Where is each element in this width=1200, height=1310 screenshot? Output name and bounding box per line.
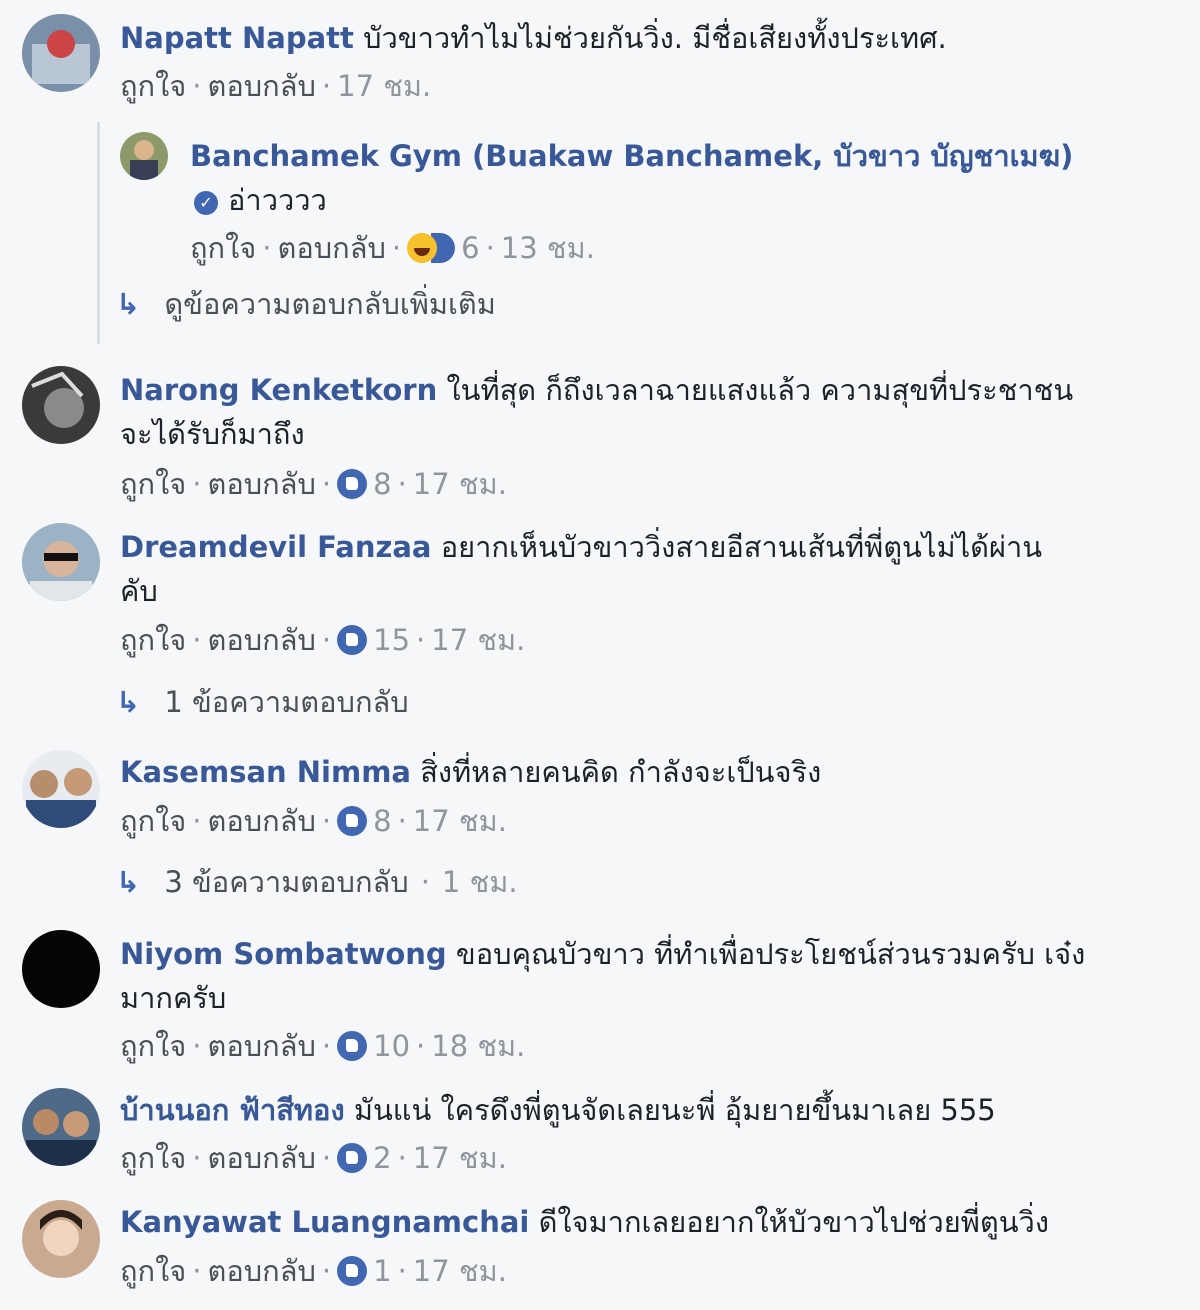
reply-author[interactable]: Banchamek Gym (Buakaw Banchamek, บัวขาว …: [190, 139, 1073, 173]
separator: ·: [416, 1029, 426, 1063]
separator: ·: [321, 623, 332, 657]
thread-line: [97, 122, 100, 344]
timestamp: 1 ชม.: [441, 865, 518, 899]
separator: ·: [192, 804, 202, 838]
more-replies-link[interactable]: ↳ ดูข้อความตอบกลับเพิ่มเติม: [116, 284, 496, 324]
comment-author[interactable]: Kanyawat Luangnamchai: [120, 1205, 529, 1239]
like-reaction-icon: [337, 1256, 368, 1286]
separator: ·: [192, 1141, 202, 1175]
separator: ·: [321, 1141, 332, 1175]
like-button[interactable]: ถูกใจ: [120, 467, 186, 501]
like-reaction-icon: [337, 469, 368, 499]
comment-author[interactable]: Dreamdevil Fanzaa: [120, 530, 431, 564]
timestamp[interactable]: 13 ชม.: [501, 231, 595, 265]
avatar[interactable]: [22, 750, 100, 828]
verified-icon: ✓: [194, 191, 218, 215]
like-button[interactable]: ถูกใจ: [190, 231, 256, 265]
like-reaction-icon: [337, 625, 368, 655]
comment-text: ดีใจมากเลยอยากให้บัวขาวไปช่วยพี่ตูนวิ่ง: [538, 1205, 1049, 1239]
like-button[interactable]: ถูกใจ: [120, 1254, 186, 1288]
timestamp[interactable]: 17 ชม.: [413, 804, 507, 838]
reaction-count[interactable]: 8: [337, 804, 392, 838]
separator: ·: [397, 467, 407, 501]
timestamp[interactable]: 17 ชม.: [431, 623, 525, 657]
timestamp[interactable]: 17 ชม.: [413, 467, 507, 501]
separator: ·: [262, 231, 272, 265]
timestamp[interactable]: 17 ชม.: [413, 1254, 507, 1288]
separator: ·: [420, 865, 430, 899]
avatar[interactable]: [22, 930, 100, 1008]
reaction-count[interactable]: 10: [337, 1029, 410, 1063]
reply-button[interactable]: ตอบกลับ: [208, 1029, 316, 1063]
like-button[interactable]: ถูกใจ: [120, 69, 186, 103]
reply-arrow-icon: ↳: [116, 287, 141, 321]
reaction-count[interactable]: 1: [337, 1254, 392, 1288]
avatar[interactable]: [22, 523, 100, 601]
reply-button[interactable]: ตอบกลับ: [278, 231, 386, 265]
like-reaction-icon: [337, 1143, 368, 1173]
reaction-count[interactable]: 8: [337, 467, 392, 501]
reply-button[interactable]: ตอบกลับ: [208, 623, 316, 657]
comment-text: ขอบคุณบัวขาว ที่ทำเพื่อประโยชน์ส่วนรวมคร…: [455, 937, 1086, 971]
comment-text-line2: จะได้รับก็มาถึง: [120, 417, 305, 451]
avatar[interactable]: [22, 366, 100, 444]
separator: ·: [391, 231, 402, 265]
reply-button[interactable]: ตอบกลับ: [208, 1141, 316, 1175]
view-replies-link[interactable]: ↳ 3 ข้อความตอบกลับ · 1 ชม.: [116, 862, 518, 902]
avatar[interactable]: [120, 132, 168, 180]
comment-text-line2: มากครับ: [120, 981, 227, 1015]
avatar[interactable]: [22, 14, 100, 92]
avatar[interactable]: [22, 1200, 100, 1278]
reaction-count[interactable]: 15: [337, 623, 410, 657]
reply-button[interactable]: ตอบกลับ: [208, 69, 316, 103]
view-replies-link[interactable]: ↳ 1 ข้อความตอบกลับ: [116, 682, 409, 722]
comment-text: ในที่สุด ก็ถึงเวลาฉายแสงแล้ว ความสุขที่ป…: [446, 373, 1074, 407]
timestamp[interactable]: 17 ชม.: [337, 69, 431, 103]
separator: ·: [192, 69, 202, 103]
separator: ·: [397, 1254, 407, 1288]
comment-text: มันแน่ ใครดึงพี่ตูนจัดเลยนะพี่ อุ้มยายขึ…: [353, 1093, 996, 1127]
separator: ·: [321, 69, 332, 103]
comment-text: อยากเห็นบัวขาววิ่งสายอีสานเส้นที่พี่ตูนไ…: [440, 530, 1043, 564]
comment-text: สิ่งที่หลายคนคิด กำลังจะเป็นจริง: [420, 755, 822, 789]
reaction-count[interactable]: 6: [407, 231, 480, 265]
reply-button[interactable]: ตอบกลับ: [208, 804, 316, 838]
reply-arrow-icon: ↳: [116, 685, 141, 719]
comment-author[interactable]: Narong Kenketkorn: [120, 373, 437, 407]
comment-text-line2: คับ: [120, 574, 158, 608]
separator: ·: [192, 623, 202, 657]
separator: ·: [192, 1254, 202, 1288]
timestamp[interactable]: 18 ชม.: [431, 1029, 525, 1063]
comment-author[interactable]: Kasemsan Nimma: [120, 755, 411, 789]
avatar[interactable]: [22, 1088, 100, 1166]
separator: ·: [397, 1141, 407, 1175]
like-button[interactable]: ถูกใจ: [120, 1029, 186, 1063]
comment-text: บัวขาวทำไมไม่ช่วยกันวิ่ง. มีชื่อเสียงทั้…: [363, 21, 947, 55]
timestamp[interactable]: 17 ชม.: [413, 1141, 507, 1175]
comment-author[interactable]: Niyom Sombatwong: [120, 937, 447, 971]
like-reaction-icon: [337, 1031, 368, 1061]
separator: ·: [321, 467, 332, 501]
reply-button[interactable]: ตอบกลับ: [208, 1254, 316, 1288]
separator: ·: [321, 1254, 332, 1288]
separator: ·: [321, 1029, 332, 1063]
comment-author[interactable]: Napatt Napatt: [120, 21, 354, 55]
comment-author[interactable]: บ้านนอก ฟ้าสีทอง: [120, 1093, 345, 1127]
reaction-count[interactable]: 2: [337, 1141, 392, 1175]
haha-reaction-icon: [407, 233, 438, 263]
like-button[interactable]: ถูกใจ: [120, 804, 186, 838]
separator: ·: [416, 623, 426, 657]
separator: ·: [192, 467, 202, 501]
separator: ·: [321, 804, 332, 838]
reply-arrow-icon: ↳: [116, 865, 141, 899]
reply-text: อ่าวววว: [228, 183, 327, 217]
like-button[interactable]: ถูกใจ: [120, 1141, 186, 1175]
like-button[interactable]: ถูกใจ: [120, 623, 186, 657]
reply-button[interactable]: ตอบกลับ: [208, 467, 316, 501]
separator: ·: [397, 804, 407, 838]
separator: ·: [192, 1029, 202, 1063]
separator: ·: [485, 231, 495, 265]
like-reaction-icon: [337, 806, 368, 836]
